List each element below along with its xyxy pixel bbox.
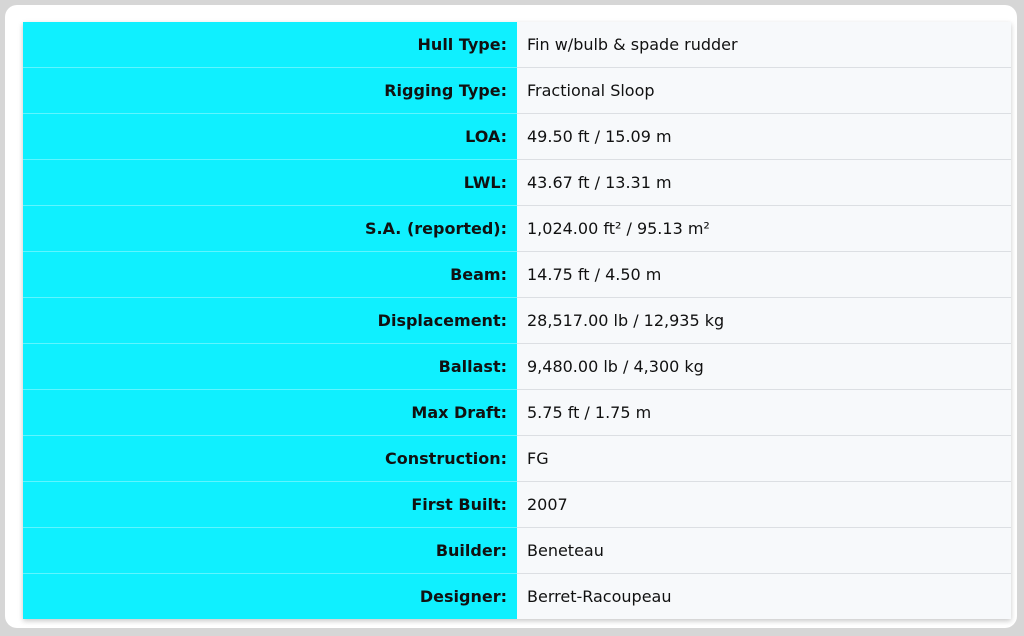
spec-value: 2007 bbox=[517, 481, 1011, 528]
spec-row-ballast: Ballast: 9,480.00 lb / 4,300 kg bbox=[23, 343, 1011, 390]
spec-row-hull-type: Hull Type: Fin w/bulb & spade rudder bbox=[23, 22, 1011, 68]
spec-value: 49.50 ft / 15.09 m bbox=[517, 113, 1011, 160]
spec-row-lwl: LWL: 43.67 ft / 13.31 m bbox=[23, 159, 1011, 206]
spec-label: Designer: bbox=[23, 573, 517, 619]
spec-label: Hull Type: bbox=[23, 22, 517, 68]
spec-value: 1,024.00 ft² / 95.13 m² bbox=[517, 205, 1011, 252]
spec-value: 5.75 ft / 1.75 m bbox=[517, 389, 1011, 436]
spec-value: Fractional Sloop bbox=[517, 67, 1011, 114]
spec-label: LWL: bbox=[23, 159, 517, 206]
spec-row-loa: LOA: 49.50 ft / 15.09 m bbox=[23, 113, 1011, 160]
spec-row-sail-area: S.A. (reported): 1,024.00 ft² / 95.13 m² bbox=[23, 205, 1011, 252]
spec-label: LOA: bbox=[23, 113, 517, 160]
spec-row-rigging-type: Rigging Type: Fractional Sloop bbox=[23, 67, 1011, 114]
spec-row-beam: Beam: 14.75 ft / 4.50 m bbox=[23, 251, 1011, 298]
spec-card: Hull Type: Fin w/bulb & spade rudder Rig… bbox=[5, 5, 1017, 628]
spec-value: FG bbox=[517, 435, 1011, 482]
spec-value: Fin w/bulb & spade rudder bbox=[517, 22, 1011, 68]
specifications-table: Hull Type: Fin w/bulb & spade rudder Rig… bbox=[23, 22, 1011, 619]
spec-row-builder: Builder: Beneteau bbox=[23, 527, 1011, 574]
spec-value: 14.75 ft / 4.50 m bbox=[517, 251, 1011, 298]
spec-row-designer: Designer: Berret-Racoupeau bbox=[23, 573, 1011, 619]
spec-label: Beam: bbox=[23, 251, 517, 298]
spec-label: Max Draft: bbox=[23, 389, 517, 436]
spec-label: Displacement: bbox=[23, 297, 517, 344]
spec-label: Ballast: bbox=[23, 343, 517, 390]
spec-value: 28,517.00 lb / 12,935 kg bbox=[517, 297, 1011, 344]
spec-row-first-built: First Built: 2007 bbox=[23, 481, 1011, 528]
spec-label: First Built: bbox=[23, 481, 517, 528]
spec-label: Builder: bbox=[23, 527, 517, 574]
spec-value: Berret-Racoupeau bbox=[517, 573, 1011, 619]
spec-label: Construction: bbox=[23, 435, 517, 482]
spec-row-construction: Construction: FG bbox=[23, 435, 1011, 482]
spec-row-max-draft: Max Draft: 5.75 ft / 1.75 m bbox=[23, 389, 1011, 436]
spec-label: S.A. (reported): bbox=[23, 205, 517, 252]
spec-value: 43.67 ft / 13.31 m bbox=[517, 159, 1011, 206]
spec-label: Rigging Type: bbox=[23, 67, 517, 114]
spec-row-displacement: Displacement: 28,517.00 lb / 12,935 kg bbox=[23, 297, 1011, 344]
spec-value: 9,480.00 lb / 4,300 kg bbox=[517, 343, 1011, 390]
spec-value: Beneteau bbox=[517, 527, 1011, 574]
